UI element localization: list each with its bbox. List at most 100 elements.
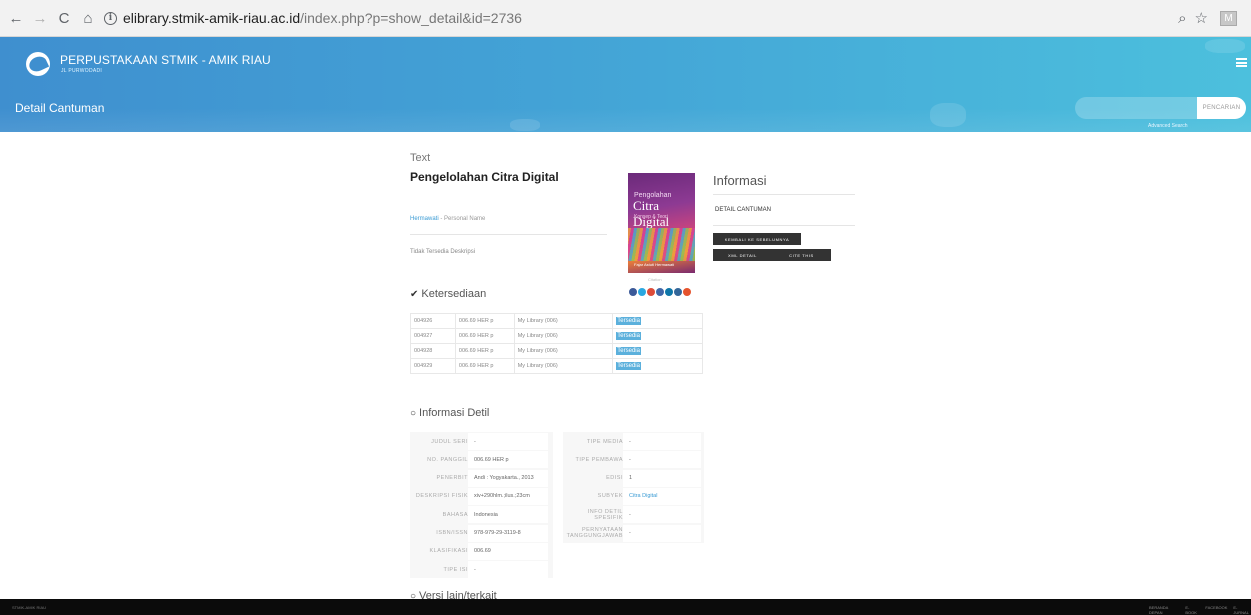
detail-value: Andi : Yogyakarta., 2013	[468, 469, 548, 487]
profile-avatar[interactable]: M	[1220, 10, 1237, 26]
detail-block-right: TIPE MEDIA - TIPE PEMBAWA - EDISI 1 SUBYEK Citr…	[563, 432, 704, 543]
decor-silhouette	[1205, 39, 1245, 53]
detail-value: xiv+290hlm.;ilus.;23cm	[468, 487, 548, 505]
forward-arrow-icon[interactable]: →	[30, 8, 50, 28]
decor-silhouette	[930, 103, 966, 127]
availability-row: 004926 006.69 HER p My Library (006) Tersed…	[410, 313, 703, 329]
footer-link-ejurnal[interactable]: E-JURNAL	[1233, 605, 1251, 615]
cover-caption[interactable]: Citation	[648, 277, 662, 282]
bookmark-star-icon[interactable]: ☆	[1195, 9, 1208, 27]
item-call-number: 006.69 HER p	[454, 328, 515, 344]
item-code: 004926	[410, 313, 456, 329]
detail-row: PERNYATAAN TANGGUNGJAWAB -	[563, 524, 701, 542]
site-header: PERPUSTAKAAN STMIK - AMIK RIAU JL PURWOD…	[0, 37, 1251, 132]
brand-title[interactable]: PERPUSTAKAAN STMIK - AMIK RIAU	[60, 53, 271, 67]
detail-value: -	[623, 524, 701, 542]
cover-artwork	[628, 228, 695, 261]
item-location: My Library (006)	[513, 313, 614, 329]
linkedin-icon[interactable]	[665, 288, 673, 296]
back-button[interactable]: KEMBALI KE SEBELUMNYA	[713, 233, 801, 245]
share-icons	[629, 288, 691, 296]
detail-label: PENERBIT	[436, 475, 468, 482]
availability-row: 004928 006.69 HER p My Library (006) Tersed…	[410, 343, 703, 359]
facebook-icon[interactable]	[629, 288, 637, 296]
detail-label: PERNYATAAN TANGGUNGJAWAB	[566, 527, 623, 539]
detail-row: INFO DETIL SPESIFIK -	[563, 506, 701, 524]
search-input[interactable]	[1075, 97, 1198, 119]
page-heading: Detail Cantuman	[15, 101, 105, 115]
footer-link-ebook[interactable]: E-BOOK	[1185, 605, 1199, 615]
zoom-icon[interactable]: ⌕	[1178, 10, 1186, 27]
item-call-number: 006.69 HER p	[454, 358, 515, 374]
record-abstract: Tidak Tersedia Deskripsi	[410, 249, 476, 255]
brand-subtitle: JL PURWODADI	[61, 68, 103, 74]
detail-value: -	[623, 451, 701, 469]
detail-row: BAHASA Indonesia	[410, 506, 548, 524]
circle-icon: ○	[410, 407, 417, 419]
detail-value: Citra Digital	[623, 487, 701, 505]
record-detail: Text Pengelolahan Citra Digital Hermawat…	[0, 132, 1251, 602]
detail-block-left: JUDUL SERI - NO. PANGGIL 006.69 HER p PENERB…	[410, 432, 553, 579]
item-code: 004929	[410, 358, 456, 374]
detail-row: NO. PANGGIL 006.69 HER p	[410, 451, 548, 469]
site-info-icon[interactable]: i	[104, 11, 117, 25]
detail-row: TIPE ISI -	[410, 561, 548, 579]
detail-label: DESKRIPSI FISIK	[415, 493, 468, 500]
book-cover-image: Pengolahan Citra Digital Konsep & Teori …	[628, 173, 695, 273]
detail-row: SUBYEK Citra Digital	[563, 487, 701, 505]
item-status-cell: Tersedia	[612, 328, 703, 344]
url-domain: elibrary.stmik-amik-riau.ac.id	[123, 10, 301, 26]
detail-row: KLASIFIKASI 006.69	[410, 542, 548, 560]
author-line: Hermawati - Personal Name	[410, 216, 485, 222]
library-logo-icon[interactable]	[26, 52, 50, 76]
item-status-cell: Tersedia	[612, 358, 703, 374]
status-badge: Tersedia	[616, 317, 641, 325]
detail-label: TIPE ISI	[443, 566, 468, 573]
status-badge: Tersedia	[616, 362, 641, 370]
detail-row: TIPE PEMBAWA -	[563, 451, 701, 469]
xml-detail-button[interactable]: XML DETAIL	[713, 249, 772, 261]
detail-value: -	[623, 506, 701, 524]
item-status-cell: Tersedia	[612, 343, 703, 359]
footer-copyright: STMIK-AMIK RIAU	[12, 605, 47, 610]
item-code: 004928	[410, 343, 456, 359]
twitter-icon[interactable]	[638, 288, 646, 296]
footer-link-facebook[interactable]: FACEBOOK	[1205, 605, 1227, 615]
divider	[713, 194, 855, 195]
home-icon[interactable]: ⌂	[78, 8, 98, 28]
advanced-search-link[interactable]: Advanced Search	[1148, 123, 1187, 129]
address-bar[interactable]: i elibrary.stmik-amik-riau.ac.id/index.p…	[104, 5, 1178, 31]
digg-icon[interactable]	[656, 288, 664, 296]
hamburger-menu-icon[interactable]	[1236, 58, 1247, 67]
record-gmd: Text	[410, 152, 431, 164]
item-call-number: 006.69 HER p	[454, 343, 515, 359]
author-link[interactable]: Hermawati	[410, 216, 439, 222]
stumbleupon-icon[interactable]	[683, 288, 691, 296]
url-path: /index.php?p=show_detail&id=2736	[300, 10, 522, 26]
detail-label: BAHASA	[442, 511, 468, 518]
google-plus-icon[interactable]	[647, 288, 655, 296]
detail-value: -	[623, 433, 701, 450]
search-button[interactable]: PENCARIAN	[1197, 97, 1246, 119]
footer-link-home[interactable]: BERANDA DEPAN	[1149, 605, 1179, 615]
back-arrow-icon[interactable]: ←	[6, 8, 26, 28]
availability-title: ✔ Ketersediaan	[410, 288, 486, 300]
item-status-cell: Tersedia	[612, 313, 703, 329]
detail-row: PENERBIT Andi : Yogyakarta., 2013	[410, 469, 548, 487]
decor-silhouette	[510, 119, 540, 131]
item-call-number: 006.69 HER p	[454, 313, 515, 329]
cite-button[interactable]: CITE THIS	[772, 249, 831, 261]
footer-links: BERANDA DEPAN E-BOOK FACEBOOK E-JURNAL	[1149, 605, 1251, 615]
record-title: Pengelolahan Citra Digital	[410, 170, 559, 184]
reload-icon[interactable]: C	[54, 8, 74, 28]
subject-link[interactable]: Citra Digital	[629, 493, 657, 499]
status-badge: Tersedia	[616, 332, 641, 340]
item-code: 004927	[410, 328, 456, 344]
delicious-icon[interactable]	[674, 288, 682, 296]
detail-label: ISBN/ISSN	[436, 530, 468, 536]
detail-label: TIPE MEDIA	[586, 438, 623, 445]
site-footer: STMIK-AMIK RIAU BERANDA DEPAN E-BOOK FAC…	[0, 599, 1251, 615]
detail-label: JUDUL SERI	[431, 438, 468, 445]
detail-label: KLASIFIKASI	[429, 548, 468, 555]
availability-title-text: Ketersediaan	[421, 288, 487, 300]
